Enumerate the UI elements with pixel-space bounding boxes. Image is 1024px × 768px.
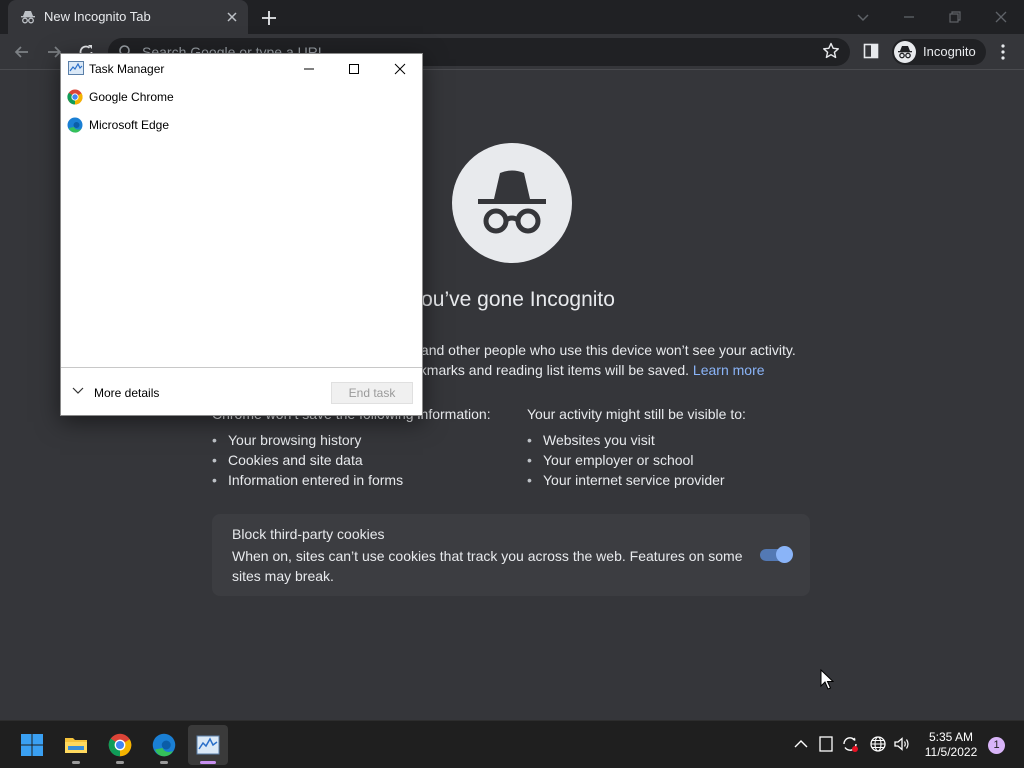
tab-strip: New Incognito Tab <box>0 0 1024 34</box>
windows-logo-icon <box>21 734 43 756</box>
block-cookies-toggle[interactable] <box>760 546 794 563</box>
incognito-icon <box>478 170 546 234</box>
still-visible-title: Your activity might still be visible to: <box>527 406 746 422</box>
taskbar: 5:35 AM 11/5/2022 1 <box>0 720 1024 768</box>
taskbar-google-chrome[interactable] <box>100 725 140 765</box>
task-name: Google Chrome <box>89 90 174 104</box>
task-manager-title: Task Manager <box>89 62 165 76</box>
task-manager-footer: More details End task <box>61 367 422 415</box>
list-item: Websites you visit <box>527 432 827 452</box>
close-tab-icon[interactable] <box>224 9 240 25</box>
tablet-icon[interactable] <box>817 735 835 753</box>
cookie-card-title: Block third-party cookies <box>232 526 385 542</box>
profile-label: Incognito <box>923 44 976 59</box>
tm-minimize-button[interactable] <box>286 54 332 84</box>
cookie-card-description: When on, sites can’t use cookies that tr… <box>232 548 743 584</box>
chrome-icon <box>67 89 83 105</box>
list-item: Information entered in forms <box>212 472 512 492</box>
incognito-profile-button[interactable]: Incognito <box>892 39 986 65</box>
active-indicator <box>200 761 216 764</box>
incognito-icon <box>898 46 912 59</box>
chevron-down-icon[interactable] <box>72 387 84 395</box>
running-indicator <box>72 761 80 764</box>
list-item: Your internet service provider <box>527 472 827 492</box>
running-indicator <box>160 761 168 764</box>
task-manager-titlebar[interactable]: Task Manager <box>61 54 422 84</box>
folder-icon <box>65 738 87 753</box>
start-button[interactable] <box>12 725 52 765</box>
bookmark-star-icon[interactable] <box>822 42 840 60</box>
more-details-link[interactable]: More details <box>94 386 159 400</box>
wont-save-section: Chrome won’t save the following informat… <box>212 406 512 492</box>
tm-close-button[interactable] <box>377 54 423 84</box>
learn-more-link[interactable]: Learn more <box>693 362 765 378</box>
tab-new-incognito[interactable]: New Incognito Tab <box>8 0 248 34</box>
task-manager-icon <box>68 61 84 75</box>
taskbar-file-explorer[interactable] <box>56 725 96 765</box>
back-arrow-icon[interactable] <box>12 42 32 62</box>
minimize-icon[interactable] <box>897 5 921 29</box>
task-manager-window: Task Manager Google Chrome Microsoft Edg… <box>60 53 423 416</box>
close-icon <box>394 63 406 75</box>
chevron-up-icon[interactable] <box>792 735 810 753</box>
minimize-icon <box>304 68 314 70</box>
taskbar-microsoft-edge[interactable] <box>144 725 184 765</box>
list-item: Your employer or school <box>527 452 827 472</box>
system-clock[interactable]: 5:35 AM 11/5/2022 <box>918 730 984 760</box>
clock-time: 5:35 AM <box>928 730 974 744</box>
end-task-button[interactable]: End task <box>331 382 413 404</box>
task-row-microsoft-edge[interactable]: Microsoft Edge <box>61 112 422 138</box>
task-row-google-chrome[interactable]: Google Chrome <box>61 84 422 110</box>
edge-icon <box>67 117 83 133</box>
cookie-controls-card: Block third-party cookies When on, sites… <box>212 514 810 596</box>
mouse-cursor-icon <box>820 669 834 690</box>
tab-title: New Incognito Tab <box>44 9 151 24</box>
toggle-knob <box>776 546 793 563</box>
close-window-icon[interactable] <box>989 5 1013 29</box>
clock-date: 11/5/2022 <box>924 745 978 759</box>
avatar <box>894 41 916 63</box>
globe-icon[interactable] <box>869 735 887 753</box>
new-tab-button[interactable] <box>258 7 280 29</box>
more-options-icon[interactable] <box>994 42 1012 62</box>
volume-icon[interactable] <box>893 735 911 753</box>
incognito-illustration <box>452 143 572 263</box>
task-manager-icon <box>196 735 220 755</box>
notification-badge[interactable]: 1 <box>988 737 1005 754</box>
tab-search-icon[interactable] <box>851 5 875 29</box>
chrome-icon <box>108 733 132 757</box>
side-panel-icon[interactable] <box>863 43 879 59</box>
taskbar-task-manager[interactable] <box>188 725 228 765</box>
still-visible-section: Your activity might still be visible to:… <box>527 406 827 492</box>
restore-icon[interactable] <box>943 5 967 29</box>
sync-icon[interactable] <box>841 735 859 753</box>
task-name: Microsoft Edge <box>89 118 170 132</box>
list-item: Cookies and site data <box>212 452 512 472</box>
incognito-icon <box>21 11 35 24</box>
list-item: Your browsing history <box>212 432 512 452</box>
running-indicator <box>116 761 124 764</box>
tm-maximize-button[interactable] <box>331 54 377 84</box>
maximize-icon <box>349 64 359 74</box>
edge-icon <box>152 733 176 757</box>
